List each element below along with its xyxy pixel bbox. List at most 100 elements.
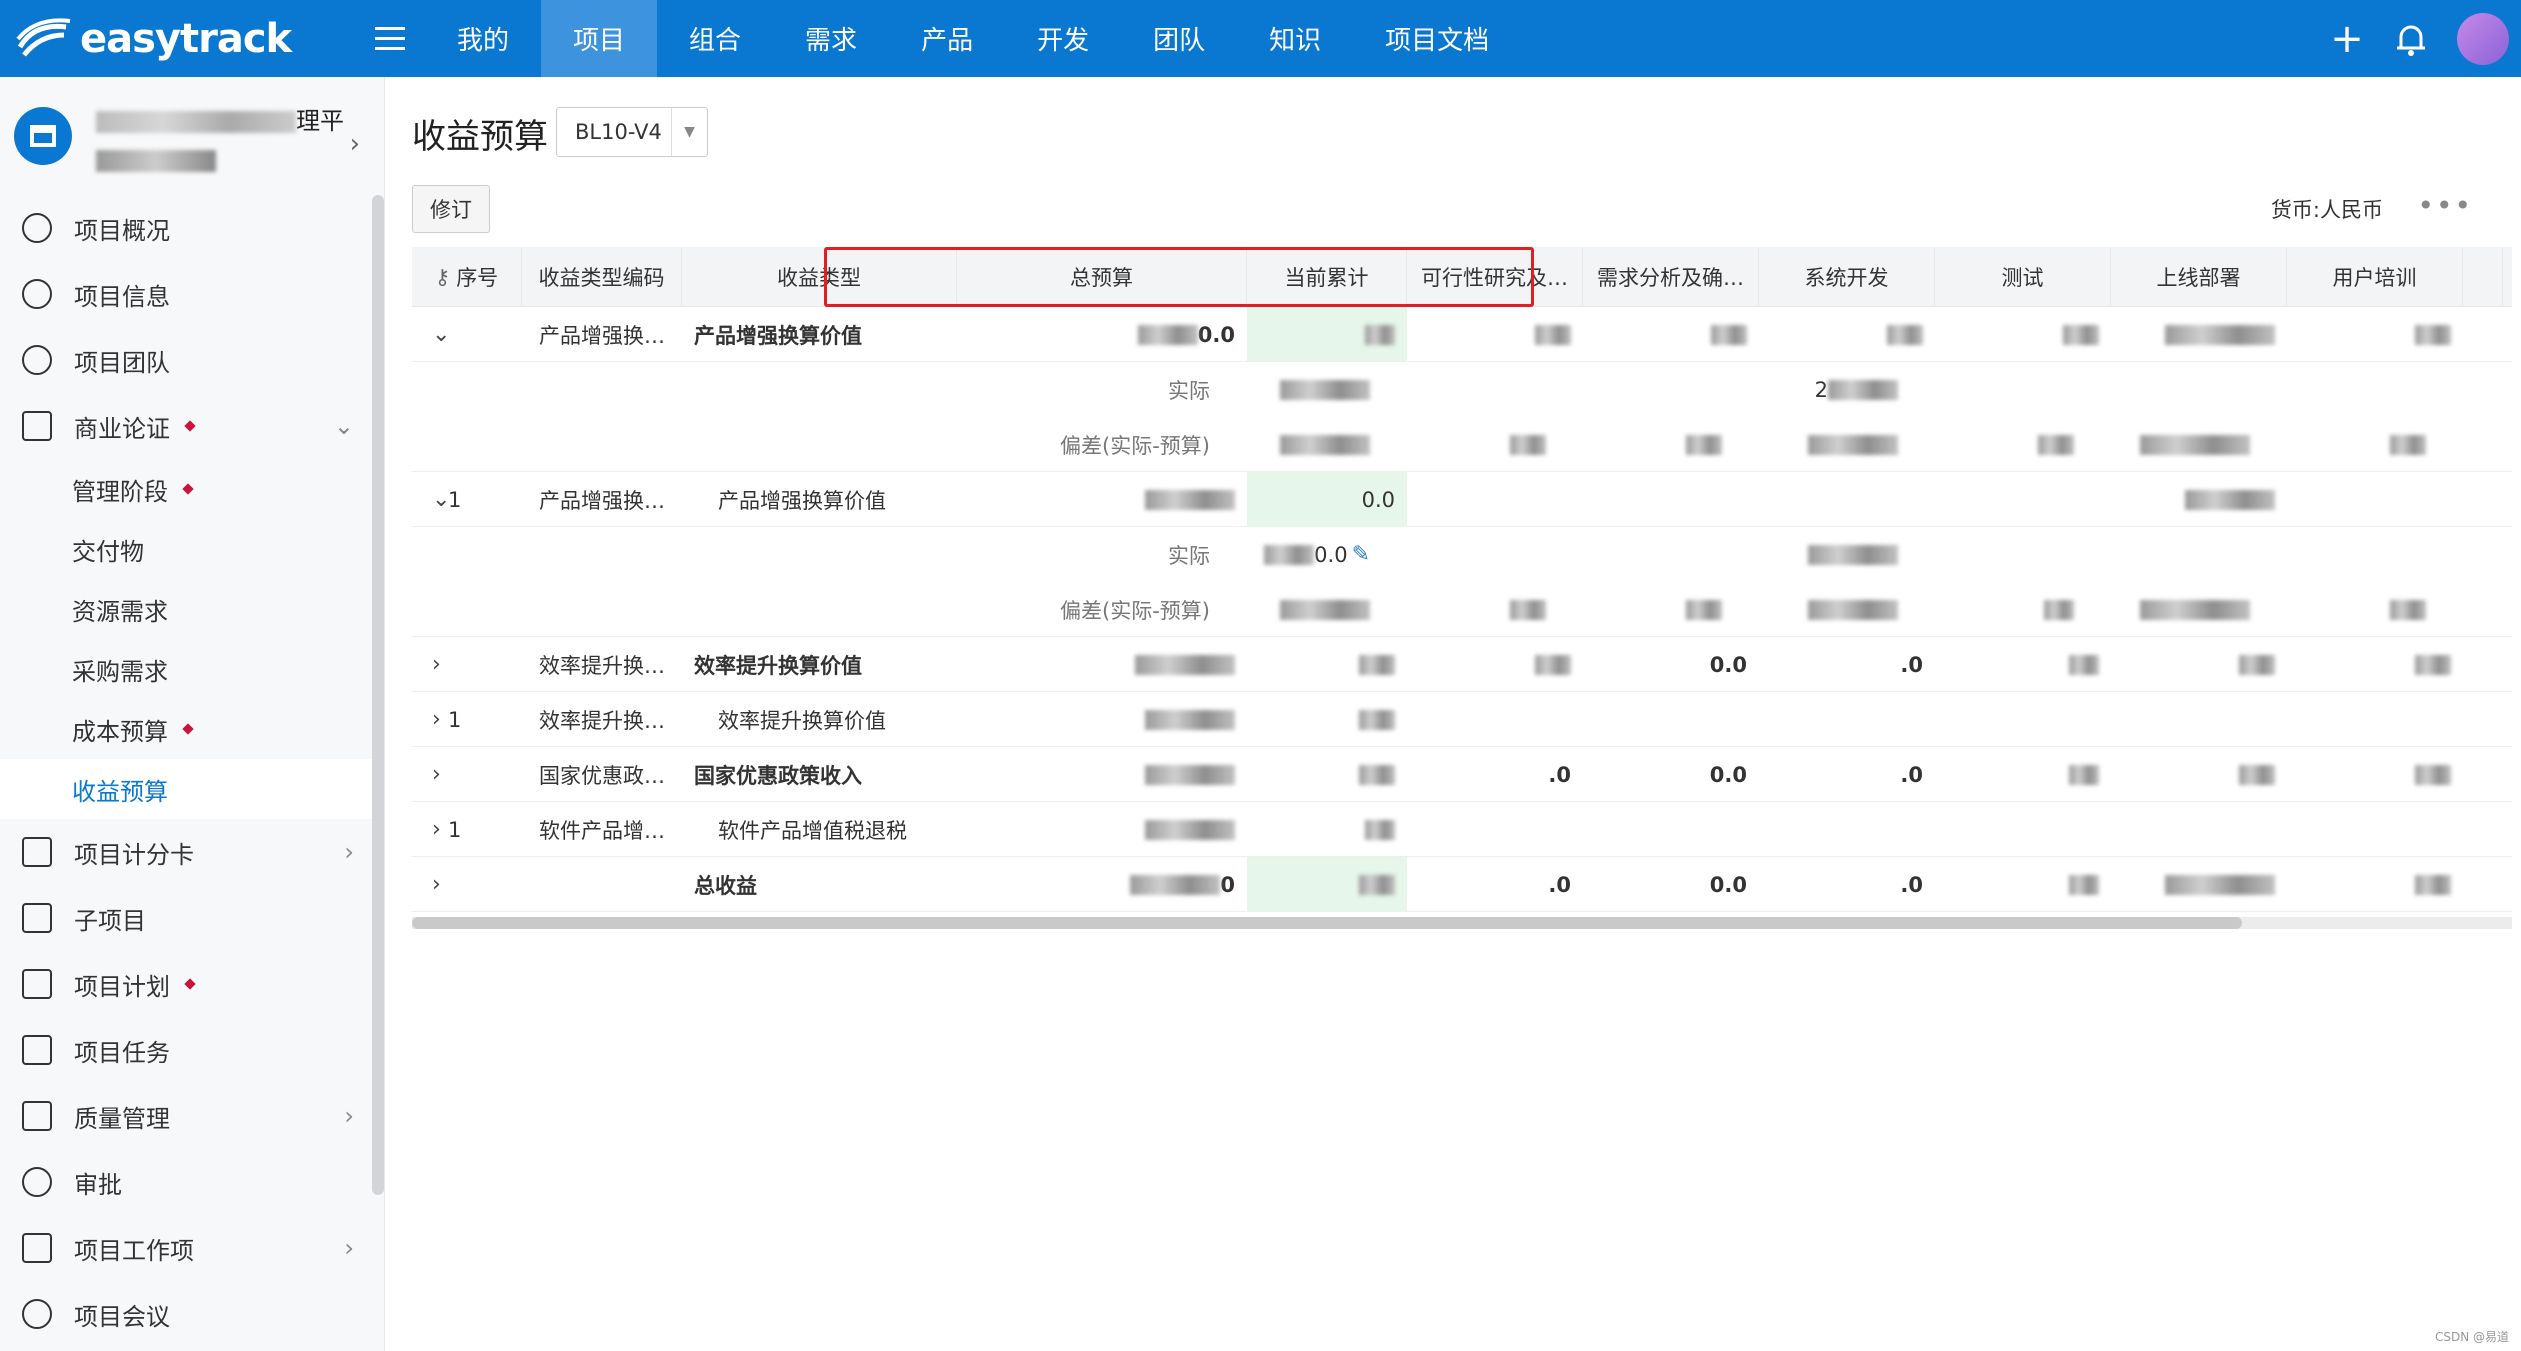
column-header-seq[interactable]: ⚷ 序号 <box>412 247 522 307</box>
nav-item-project-docs[interactable]: 项目文档 <box>1353 0 1521 77</box>
redacted-value <box>1686 599 1722 620</box>
redacted-value <box>1145 764 1235 785</box>
sidebar-item-team[interactable]: 项目团队 <box>0 327 384 393</box>
sidebar-item-business-case[interactable]: 商业论证 ⌄ <box>0 393 384 459</box>
stamp-icon <box>22 1167 52 1197</box>
chevron-right-icon: › <box>349 129 360 159</box>
redacted-value <box>2069 654 2099 675</box>
redacted-value <box>2165 324 2275 345</box>
table-row[interactable]: › 1 软件产品增… 软件产品增值税退税 <box>412 802 2512 857</box>
redacted-value <box>1365 324 1395 345</box>
key-icon: ⚷ <box>434 265 451 289</box>
redacted-value <box>1808 599 1898 620</box>
sidebar-item-overview[interactable]: 项目概况 <box>0 195 384 261</box>
redacted-value <box>1535 324 1571 345</box>
menu-toggle-icon[interactable] <box>360 0 420 77</box>
sidebar-item-quality[interactable]: 质量管理 › <box>0 1083 384 1149</box>
sidebar-item-revenue-budget[interactable]: 收益预算 <box>0 759 384 819</box>
pie-chart-icon <box>22 213 52 243</box>
nav-item-requirement[interactable]: 需求 <box>773 0 889 77</box>
sidebar-scrollbar[interactable] <box>372 195 384 1195</box>
column-header-current-total[interactable]: 当前累计 <box>1247 247 1407 307</box>
bell-icon[interactable] <box>2379 0 2443 77</box>
nav-item-knowledge[interactable]: 知识 <box>1237 0 1353 77</box>
easytrack-logo-icon <box>16 17 71 57</box>
chevron-down-icon: ⌄ <box>333 412 354 440</box>
redacted-value <box>2185 489 2275 510</box>
sidebar-item-subproject[interactable]: 子项目 <box>0 885 384 951</box>
chevron-right-icon[interactable]: › <box>412 707 448 732</box>
chevron-right-icon[interactable]: › <box>412 872 448 897</box>
column-header-code[interactable]: 收益类型编码 <box>522 247 682 307</box>
add-icon[interactable]: + <box>2315 0 2379 77</box>
table-row[interactable]: › 效率提升换… 效率提升换算价值 0.0 .0 <box>412 637 2512 692</box>
column-header-total-budget[interactable]: 总预算 <box>957 247 1247 307</box>
table-row: 实际 0.0 ✎ <box>412 527 2512 582</box>
quality-icon <box>22 1101 52 1131</box>
table-row[interactable]: › 1 效率提升换… 效率提升换算价值 <box>412 692 2512 747</box>
column-header-deployment[interactable]: 上线部署 <box>2111 247 2287 307</box>
sidebar-item-info[interactable]: 项目信息 <box>0 261 384 327</box>
redacted-value <box>1808 544 1898 565</box>
nav-item-team[interactable]: 团队 <box>1121 0 1237 77</box>
sidebar-item-work-items[interactable]: 项目工作项 › <box>0 1215 384 1281</box>
sidebar-item-tasks[interactable]: 项目任务 <box>0 1017 384 1083</box>
sidebar-item-scorecard[interactable]: 项目计分卡 › <box>0 819 384 885</box>
edit-pencil-icon[interactable]: ✎ <box>1352 542 1370 567</box>
column-header-feasibility[interactable]: 可行性研究及… <box>1407 247 1583 307</box>
project-switcher[interactable]: 理平 › <box>0 77 384 195</box>
redacted-value <box>2390 434 2426 455</box>
sidebar-item-meetings[interactable]: 项目会议 <box>0 1281 384 1347</box>
project-icon <box>14 107 72 165</box>
column-header-type[interactable]: 收益类型 <box>682 247 957 307</box>
sidebar-item-purchase-demand[interactable]: 采购需求 <box>0 639 384 699</box>
redacted-value <box>2063 324 2099 345</box>
revise-button[interactable]: 修订 <box>412 185 490 233</box>
currency-label: 货币:人民币 <box>2270 198 2383 222</box>
chevron-right-icon[interactable]: › <box>412 817 448 842</box>
revenue-budget-table: ⚷ 序号 收益类型编码 收益类型 总预算 当前累计 可行性研究及… 需求分析及确…… <box>412 247 2512 912</box>
redacted-value <box>1359 709 1395 730</box>
redacted-value <box>1264 544 1315 565</box>
project-code-blurred <box>96 149 216 172</box>
column-header-requirement-analysis[interactable]: 需求分析及确… <box>1583 247 1759 307</box>
avatar[interactable] <box>2457 12 2509 65</box>
chevron-right-icon: › <box>344 838 354 866</box>
main-nav: 我的 项目 组合 需求 产品 开发 团队 知识 项目文档 <box>425 0 1521 77</box>
chevron-right-icon: › <box>344 1234 354 1262</box>
sidebar-item-plan[interactable]: 项目计划 <box>0 951 384 1017</box>
sidebar-item-deliverables[interactable]: 交付物 <box>0 519 384 579</box>
chevron-down-icon[interactable]: ⌄ <box>412 322 450 347</box>
table-row[interactable]: › 国家优惠政… 国家优惠政策收入 .0 0.0 .0 <box>412 747 2512 802</box>
table-row[interactable]: ⌄ 产品增强换… 产品增强换算价值 0.0 <box>412 307 2512 362</box>
sidebar-item-resource-demand[interactable]: 资源需求 <box>0 579 384 639</box>
redacted-value <box>1365 819 1395 840</box>
version-select[interactable]: BL10-V4 ▼ <box>556 107 708 157</box>
redacted-value <box>1686 434 1722 455</box>
column-header-system-dev[interactable]: 系统开发 <box>1759 247 1935 307</box>
nav-item-project[interactable]: 项目 <box>541 0 658 77</box>
table-row[interactable]: ⌄ 1 产品增强换… 产品增强换算价值 0.0 <box>412 472 2512 527</box>
table-horizontal-scrollbar[interactable] <box>412 917 2512 929</box>
nav-item-product[interactable]: 产品 <box>889 0 1005 77</box>
nav-item-portfolio[interactable]: 组合 <box>657 0 773 77</box>
chevron-right-icon[interactable]: › <box>412 762 448 787</box>
redacted-value <box>2415 874 2451 895</box>
table-row-total[interactable]: › 总收益 0 .0 0.0 .0 <box>412 857 2512 912</box>
chevron-right-icon[interactable]: › <box>412 652 448 677</box>
column-header-training[interactable]: 用户培训 <box>2287 247 2463 307</box>
nav-item-mine[interactable]: 我的 <box>425 0 541 77</box>
redacted-value <box>1145 819 1235 840</box>
plan-icon <box>22 969 52 999</box>
column-header-testing[interactable]: 测试 <box>1935 247 2111 307</box>
more-icon[interactable]: ••• <box>2417 189 2473 222</box>
document-icon <box>22 903 52 933</box>
sidebar-item-management-stage[interactable]: 管理阶段 <box>0 459 384 519</box>
watermark: CSDN @易道 <box>2434 1330 2509 1344</box>
redacted-value <box>1135 654 1235 675</box>
chevron-down-icon[interactable]: ⌄ <box>412 487 450 512</box>
nav-item-development[interactable]: 开发 <box>1005 0 1121 77</box>
logo[interactable]: easytrack <box>0 0 360 77</box>
sidebar-item-cost-budget[interactable]: 成本预算 <box>0 699 384 759</box>
sidebar-item-approval[interactable]: 审批 <box>0 1149 384 1215</box>
